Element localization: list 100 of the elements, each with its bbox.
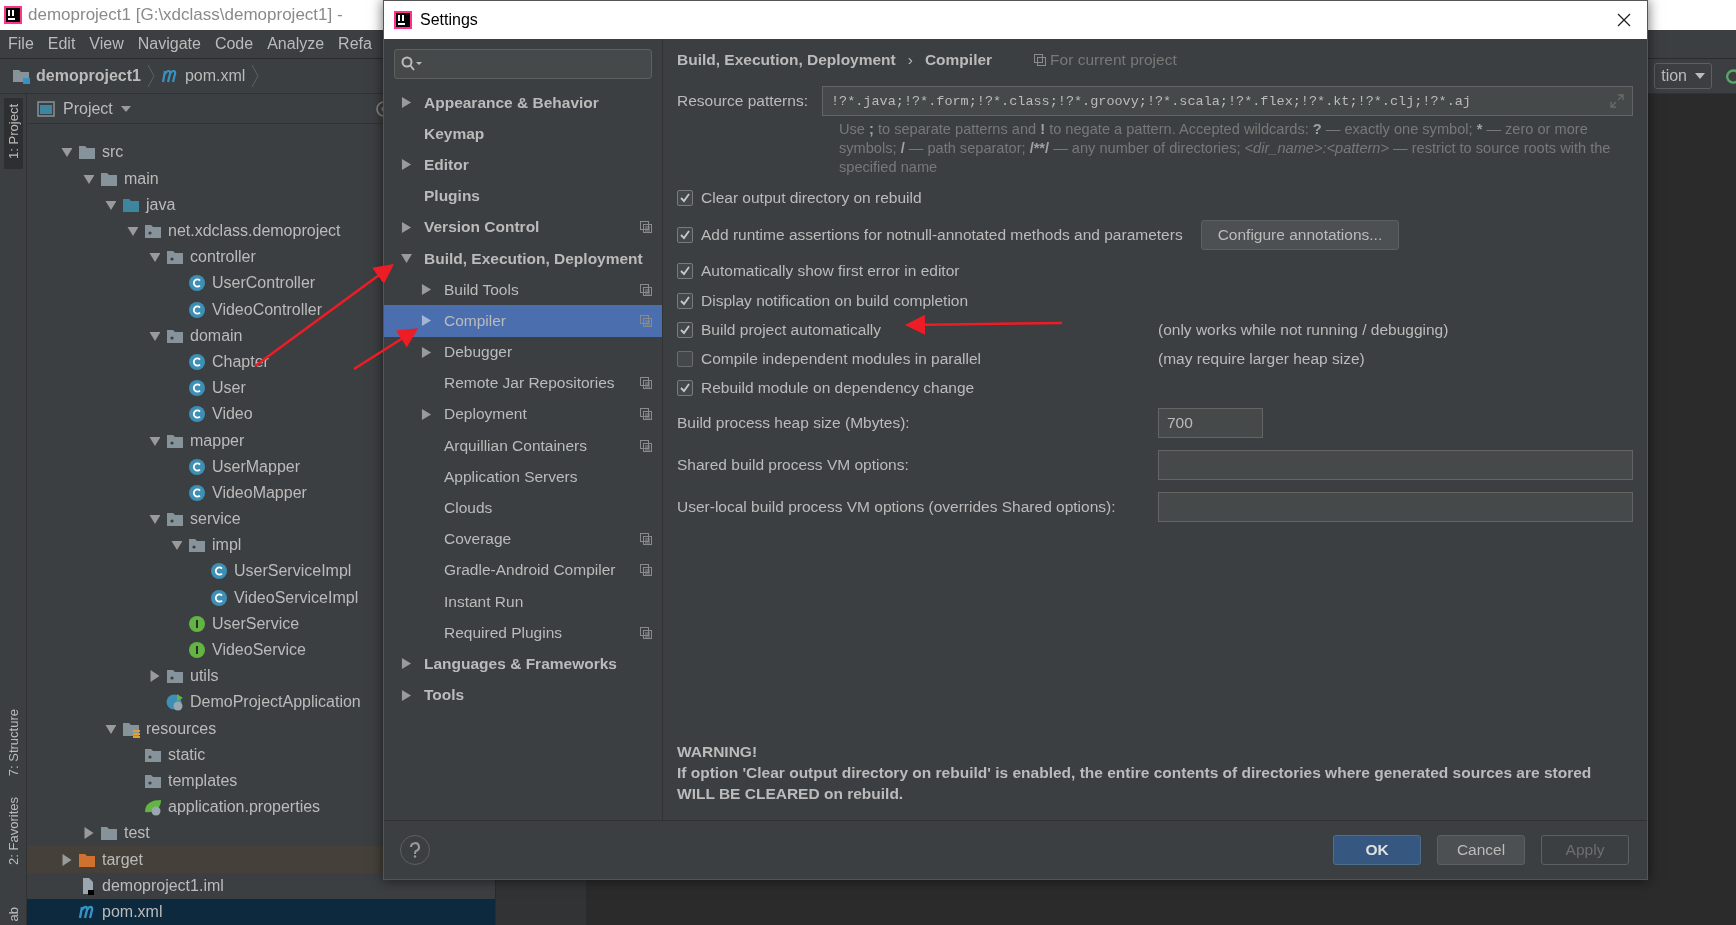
settings-tree-item[interactable]: Tools (384, 679, 662, 711)
settings-tree-item[interactable]: Clouds (384, 492, 662, 524)
expand-arrow-icon[interactable] (421, 346, 432, 358)
settings-tree-item[interactable]: Coverage (384, 523, 662, 555)
settings-tree-item[interactable]: Plugins (384, 180, 662, 212)
tree-row[interactable]: templates (27, 767, 495, 795)
expand-arrow-icon[interactable] (149, 670, 160, 683)
tree-row[interactable]: application.properties (27, 794, 495, 821)
checkbox[interactable] (677, 379, 693, 396)
expand-arrow-icon[interactable] (401, 159, 412, 171)
expand-arrow-icon[interactable] (61, 146, 72, 159)
tool-window-tab[interactable]: ab (3, 900, 23, 925)
settings-tree-item[interactable]: Application Servers (384, 461, 662, 493)
class-icon (188, 405, 206, 424)
expand-arrow-icon[interactable] (149, 434, 160, 447)
expand-arrow-icon[interactable] (149, 251, 160, 264)
class-icon (188, 274, 206, 293)
expand-arrow-icon[interactable] (149, 329, 160, 342)
expand-arrow-icon[interactable] (105, 198, 116, 211)
checkbox[interactable] (677, 350, 693, 367)
settings-tree-item[interactable]: Languages & Frameworks (384, 648, 662, 680)
settings-tree-item[interactable]: Deployment (384, 398, 662, 431)
tree-row[interactable]: resources (27, 715, 495, 742)
class-icon (188, 300, 206, 319)
checkbox-option[interactable]: Compile independent modules in parallel (677, 349, 982, 368)
configure-button[interactable]: Configure annotations... (1200, 219, 1400, 250)
checkbox-option[interactable]: Add runtime assertions for notnull-annotated methods and parameters (677, 225, 1183, 244)
input-field[interactable] (1158, 492, 1633, 522)
menu-item[interactable]: Navigate (137, 35, 201, 53)
question-icon (409, 842, 421, 858)
expand-arrow-icon[interactable] (105, 722, 116, 735)
tool-window-tab[interactable]: 7: Structure (3, 703, 23, 787)
expand-arrow-icon[interactable] (61, 853, 72, 866)
settings-tree-item[interactable]: Remote Jar Repositories (384, 367, 662, 399)
tree-row[interactable]: static (27, 741, 495, 768)
dialog-button[interactable]: OK (1333, 835, 1421, 865)
expand-arrow-icon[interactable] (421, 315, 432, 327)
maven-icon (160, 67, 179, 85)
checkbox[interactable] (677, 292, 693, 309)
menu-item[interactable]: Refa (338, 35, 372, 53)
help-button[interactable] (400, 835, 430, 865)
expand-arrow-icon[interactable] (421, 408, 432, 420)
expand-arrow-icon[interactable] (401, 221, 412, 233)
search-field[interactable] (394, 49, 652, 79)
menu-item[interactable]: View (89, 35, 124, 53)
expand-arrow-icon[interactable] (149, 513, 160, 526)
settings-tree-item[interactable]: Editor (384, 149, 662, 181)
settings-tree-item[interactable]: Appearance & Behavior (384, 87, 662, 119)
settings-tree-item[interactable]: Version Control (384, 211, 662, 243)
tool-window-tab[interactable]: 2: Favorites (3, 790, 23, 875)
settings-tree-item[interactable]: Required Plugins (384, 617, 662, 649)
scope-note: For current project (1050, 51, 1177, 69)
checkbox[interactable] (677, 321, 693, 338)
menu-item[interactable]: Edit (47, 35, 76, 53)
checkbox-option[interactable]: Build project automatically (677, 320, 882, 339)
menu-item[interactable]: Code (214, 35, 254, 53)
expand-arrow-icon[interactable] (127, 225, 138, 238)
tree-row[interactable]: demoproject1.iml (27, 872, 495, 899)
tree-row[interactable]: test (27, 820, 495, 847)
checkbox-option[interactable]: Rebuild module on dependency change (677, 378, 975, 397)
checkbox[interactable] (677, 226, 693, 243)
settings-tree-item[interactable]: Gradle-Android Compiler (384, 554, 662, 586)
expand-arrow-icon[interactable] (401, 658, 412, 670)
breadcrumb-item[interactable]: pom.xml (184, 67, 246, 85)
breadcrumb-item[interactable]: demoproject1 (36, 67, 141, 85)
app-icon (394, 11, 412, 29)
expand-arrow-icon[interactable] (171, 539, 182, 552)
settings-tree-item[interactable]: Instant Run (384, 586, 662, 618)
menu-item[interactable]: Analyze (267, 35, 325, 53)
input-field[interactable]: 700 (1158, 408, 1263, 438)
checkbox-option[interactable]: Display notification on build completion (677, 291, 969, 310)
expand-arrow-icon[interactable] (401, 689, 412, 701)
checkbox-option[interactable]: Clear output directory on rebuild (677, 189, 922, 207)
folder-icon (188, 536, 206, 555)
input-field[interactable] (1158, 450, 1633, 480)
caret-icon[interactable] (120, 105, 131, 112)
expand-arrow-icon[interactable] (401, 253, 412, 265)
field-label: Resource patterns: (677, 92, 808, 110)
expand-arrow-icon[interactable] (83, 172, 94, 185)
run-config-dropdown[interactable]: tion (1654, 63, 1712, 89)
expand-arrow-icon[interactable] (421, 284, 432, 296)
window-icon (37, 99, 55, 118)
expand-arrow-icon[interactable] (401, 97, 412, 109)
settings-tree-item[interactable]: Build, Execution, Deployment (384, 242, 662, 275)
checkbox-option[interactable]: Automatically show first error in editor (677, 261, 960, 280)
settings-tree-item[interactable]: Build Tools (384, 274, 662, 306)
expand-arrow-icon[interactable] (83, 827, 94, 840)
checkbox[interactable] (677, 262, 693, 279)
settings-tree-item[interactable]: Debugger (384, 336, 662, 368)
input-field[interactable]: !?*.java;!?*.form;!?*.class;!?*.groovy;!?*.scala;!?*.flex;!?*.kt;!?*.clj;!?*.aj (821, 86, 1633, 116)
settings-tree-item[interactable]: Arquillian Containers (384, 430, 662, 462)
panel-title[interactable]: Project (63, 99, 113, 118)
tree-row[interactable]: pom.xml (27, 898, 495, 925)
checkbox[interactable] (677, 190, 693, 206)
dialog-button[interactable]: Cancel (1437, 835, 1525, 865)
tool-window-tab[interactable]: 1: Project (3, 98, 23, 169)
menu-item[interactable]: File (8, 35, 34, 53)
settings-tree-item[interactable]: Keymap (384, 118, 662, 150)
breadcrumb-separator: › (907, 51, 913, 69)
chevron-icon (146, 64, 155, 88)
